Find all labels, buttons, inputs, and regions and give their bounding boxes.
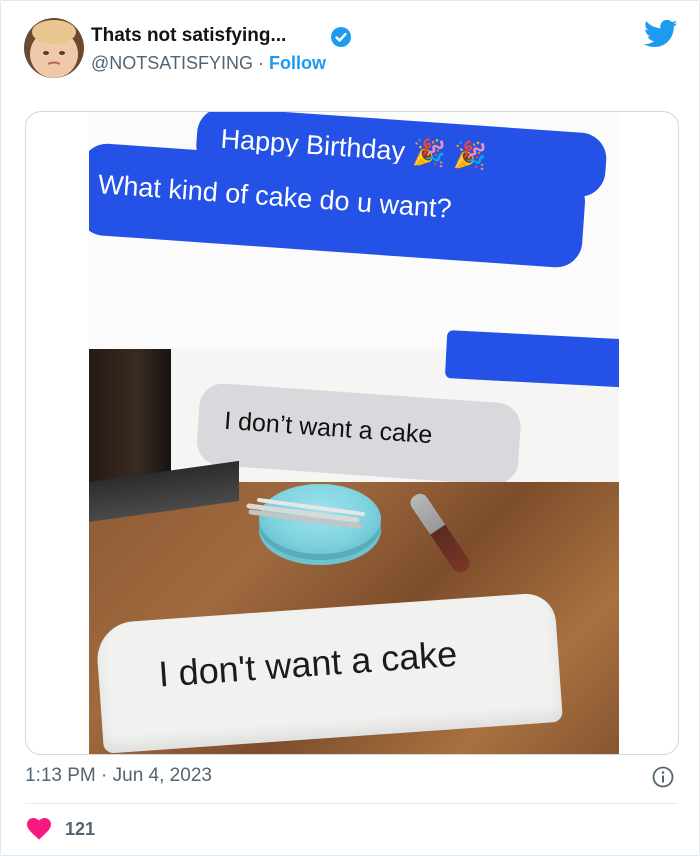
like-action[interactable]: 121 <box>27 817 95 841</box>
display-name[interactable]: Thats not satisfying... <box>91 25 286 47</box>
follow-button[interactable]: Follow <box>269 53 326 73</box>
forks <box>246 498 365 529</box>
avatar[interactable] <box>24 18 84 78</box>
handle-row: @NOTSATISFYING · Follow <box>91 53 326 74</box>
like-count: 121 <box>65 818 96 839</box>
heart-icon[interactable] <box>27 818 51 840</box>
sheet-cake: I don't want a cake <box>95 591 563 754</box>
separator: · <box>257 53 264 73</box>
meme-photo: Happy Birthday 🎉 🎉 What kind of cake do … <box>89 112 619 754</box>
message-bubble-reply: I don’t want a cake <box>195 382 523 487</box>
divider <box>25 803 677 804</box>
verified-badge-icon <box>331 27 351 47</box>
handle[interactable]: @NOTSATISFYING <box>91 53 253 73</box>
twitter-bird-icon[interactable] <box>644 19 678 49</box>
cake-photo-panel: I don't want a cake <box>89 460 619 754</box>
dark-edge <box>89 349 171 482</box>
text-panel-reply: I don’t want a cake <box>89 330 619 487</box>
text-panel-top: Happy Birthday 🎉 🎉 What kind of cake do … <box>89 112 619 349</box>
timestamp[interactable]: 1:13 PM · Jun 4, 2023 <box>25 765 212 787</box>
knife <box>407 490 473 576</box>
tweet-card: Thats not satisfying... @NOTSATISFYING ·… <box>0 0 700 856</box>
message-bubble-fragment <box>444 330 619 388</box>
info-icon[interactable] <box>652 766 674 788</box>
cake-text: I don't want a cake <box>157 632 459 695</box>
tweet-media[interactable]: Happy Birthday 🎉 🎉 What kind of cake do … <box>25 111 679 755</box>
